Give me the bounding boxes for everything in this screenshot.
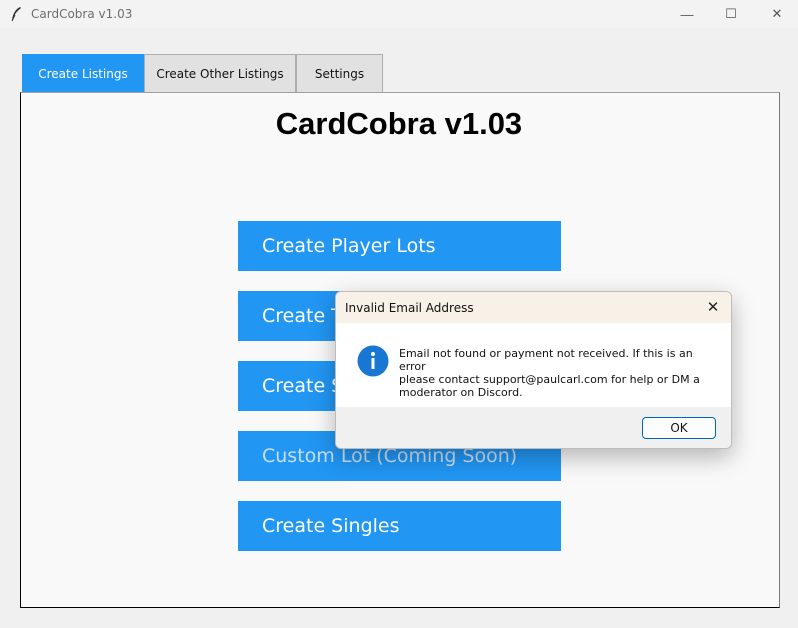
minimize-button[interactable]: —	[664, 0, 710, 28]
create-player-lots-button[interactable]: Create Player Lots	[238, 221, 561, 271]
feather-icon	[11, 7, 21, 22]
info-icon	[357, 345, 389, 377]
dialog-footer: OK	[336, 407, 731, 448]
tab-create-other-listings[interactable]: Create Other Listings	[144, 54, 296, 93]
ok-button[interactable]: OK	[642, 417, 716, 439]
dialog-message: Email not found or payment not received.…	[399, 347, 719, 399]
window-titlebar: CardCobra v1.03 — ☐ ✕	[0, 0, 798, 28]
close-button[interactable]: ✕	[754, 0, 798, 28]
tab-create-listings[interactable]: Create Listings	[22, 54, 144, 93]
window-title: CardCobra v1.03	[31, 7, 133, 21]
tab-settings[interactable]: Settings	[296, 54, 383, 93]
dialog-message-line: please contact support@paulcarl.com for …	[399, 373, 700, 386]
dialog-message-line: Email not found or payment not received.…	[399, 347, 693, 373]
create-singles-button[interactable]: Create Singles	[238, 501, 561, 551]
dialog-title: Invalid Email Address	[345, 301, 474, 315]
dialog-close-button[interactable]: ✕	[703, 297, 723, 317]
dialog-titlebar: Invalid Email Address ✕	[336, 292, 731, 323]
maximize-button[interactable]: ☐	[708, 0, 754, 28]
page-title: CardCobra v1.03	[275, 106, 523, 141]
invalid-email-dialog: Invalid Email Address ✕ Email not found …	[335, 291, 732, 449]
dialog-message-line: moderator on Discord.	[399, 386, 523, 399]
